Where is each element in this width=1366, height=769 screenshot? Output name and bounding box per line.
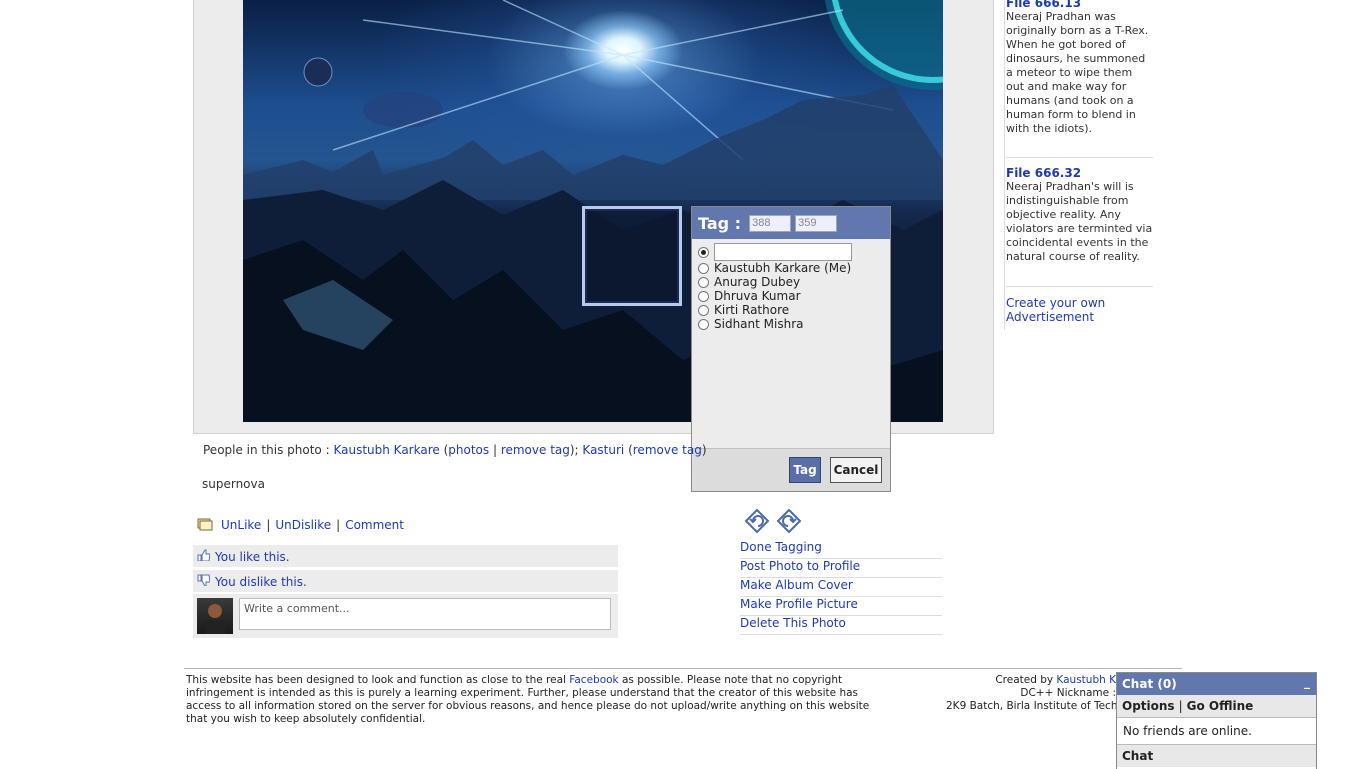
- ad-title[interactable]: File 666.32: [1006, 166, 1153, 180]
- tag-name-input[interactable]: [714, 243, 852, 261]
- dislikes-text[interactable]: You dislike this.: [215, 575, 307, 589]
- likes-text[interactable]: You like this.: [215, 550, 290, 564]
- sidebar-ad: File 666.32 Neeraj Pradhan's will is ind…: [1006, 166, 1153, 264]
- album-cover-link[interactable]: Make Album Cover: [740, 578, 942, 597]
- radio-button[interactable]: [698, 304, 709, 316]
- created-by-label: Created by: [995, 674, 1057, 686]
- chat-options-bar: Options | Go Offline: [1117, 695, 1316, 718]
- tag-x-input[interactable]: [749, 214, 792, 232]
- thumbs-up-icon: [197, 549, 210, 561]
- remove-tag-link[interactable]: remove tag: [501, 443, 570, 457]
- tag-option-friend[interactable]: Kirti Rathore: [698, 303, 890, 317]
- likes-bar: You like this.: [193, 545, 618, 567]
- footer-disclaimer: This website has been designed to look a…: [186, 674, 886, 726]
- profile-picture-link[interactable]: Make Profile Picture: [740, 597, 942, 616]
- done-tagging-link[interactable]: Done Tagging: [740, 540, 942, 559]
- comment-input[interactable]: Write a comment...: [239, 598, 611, 630]
- feedback-icon: [197, 518, 213, 531]
- ad-title[interactable]: File 666.13: [1006, 0, 1153, 10]
- ad-text: Neeraj Pradhan was originally born as a …: [1006, 10, 1149, 135]
- tag-option-friend[interactable]: Kaustubh Karkare (Me): [698, 261, 890, 275]
- create-ad-link[interactable]: Create your own Advertisement: [1006, 296, 1153, 324]
- footer-credits: Created by Kaustubh K DC++ Nickname : 2K…: [946, 674, 1116, 713]
- comment-box: Write a comment...: [193, 594, 618, 638]
- tag-option-friend[interactable]: Anurag Dubey: [698, 275, 890, 289]
- tagged-person-link[interactable]: Kaustubh Karkare: [333, 443, 439, 457]
- people-in-photo: People in this photo : Kaustubh Karkare …: [203, 443, 707, 457]
- tag-popup: Tag : Kaustubh Karkare (Me) Anurag Dubey…: [691, 206, 891, 492]
- sidebar-ad: File 666.13 Neeraj Pradhan was originall…: [1006, 0, 1153, 136]
- tag-option-custom[interactable]: [698, 243, 890, 261]
- avatar: [197, 598, 233, 634]
- minimize-icon[interactable]: _: [1304, 675, 1310, 689]
- tag-popup-title: Tag :: [698, 213, 742, 233]
- photo-caption: supernova: [202, 477, 265, 491]
- tag-option-friend[interactable]: Dhruva Kumar: [698, 289, 890, 303]
- dislikes-bar: You dislike this.: [193, 570, 618, 592]
- tag-selection-box[interactable]: [582, 206, 682, 306]
- footer-text-pre: This website has been designed to look a…: [186, 674, 570, 686]
- footer-divider: [184, 668, 1182, 669]
- radio-button[interactable]: [698, 262, 709, 274]
- ad-text: Neeraj Pradhan's will is indistinguishab…: [1006, 180, 1153, 263]
- undislike-link[interactable]: UnDislike: [275, 518, 331, 532]
- friend-name: Anurag Dubey: [714, 275, 801, 289]
- tag-y-input[interactable]: [795, 214, 838, 232]
- footer-nickname: DC++ Nickname :: [1020, 687, 1116, 699]
- friend-name: Kirti Rathore: [714, 303, 790, 317]
- friend-name: Sidhant Mishra: [714, 317, 804, 331]
- friend-name: Kaustubh Karkare (Me): [714, 261, 852, 275]
- remove-tag-link[interactable]: remove tag: [633, 443, 702, 457]
- rotate-left-icon[interactable]: [744, 508, 770, 534]
- go-offline-link[interactable]: Go Offline: [1187, 699, 1254, 713]
- tagged-person-link[interactable]: Kasturi: [582, 443, 624, 457]
- tag-option-friend[interactable]: Sidhant Mishra: [698, 317, 890, 331]
- creator-link[interactable]: Kaustubh K: [1056, 674, 1116, 686]
- action-row: UnLike | UnDislike | Comment: [197, 518, 404, 532]
- tag-popup-footer: Tag Cancel: [692, 448, 890, 491]
- rotate-right-icon[interactable]: [776, 508, 802, 534]
- radio-button[interactable]: [698, 246, 709, 258]
- comment-link[interactable]: Comment: [345, 518, 404, 532]
- radio-button[interactable]: [698, 290, 709, 302]
- chat-title: Chat (0): [1122, 677, 1177, 691]
- radio-button[interactable]: [698, 276, 709, 288]
- chat-options-link[interactable]: Options: [1122, 699, 1175, 713]
- delete-photo-link[interactable]: Delete This Photo: [740, 616, 942, 635]
- radio-button[interactable]: [698, 318, 709, 330]
- sidebar-border: [1004, 0, 1005, 330]
- photos-link[interactable]: photos: [448, 443, 489, 457]
- thumbs-down-icon: [197, 574, 210, 586]
- cancel-button[interactable]: Cancel: [830, 457, 882, 483]
- tag-button[interactable]: Tag: [789, 457, 821, 483]
- divider: [1006, 286, 1153, 287]
- chat-header[interactable]: Chat (0) _: [1117, 673, 1316, 695]
- tag-popup-header: Tag :: [692, 207, 890, 239]
- chat-status: No friends are online.: [1123, 724, 1252, 738]
- chat-footer-tab[interactable]: Chat: [1117, 744, 1316, 767]
- friend-name: Dhruva Kumar: [714, 289, 801, 303]
- footer-batch: 2K9 Batch, Birla Institute of Techn: [946, 700, 1116, 712]
- post-photo-link[interactable]: Post Photo to Profile: [740, 559, 942, 578]
- unlike-link[interactable]: UnLike: [221, 518, 261, 532]
- people-label: People in this photo :: [203, 443, 330, 457]
- chat-panel: Chat (0) _ Options | Go Offline No frien…: [1116, 672, 1317, 769]
- facebook-link[interactable]: Facebook: [569, 674, 618, 686]
- divider: [1006, 157, 1153, 158]
